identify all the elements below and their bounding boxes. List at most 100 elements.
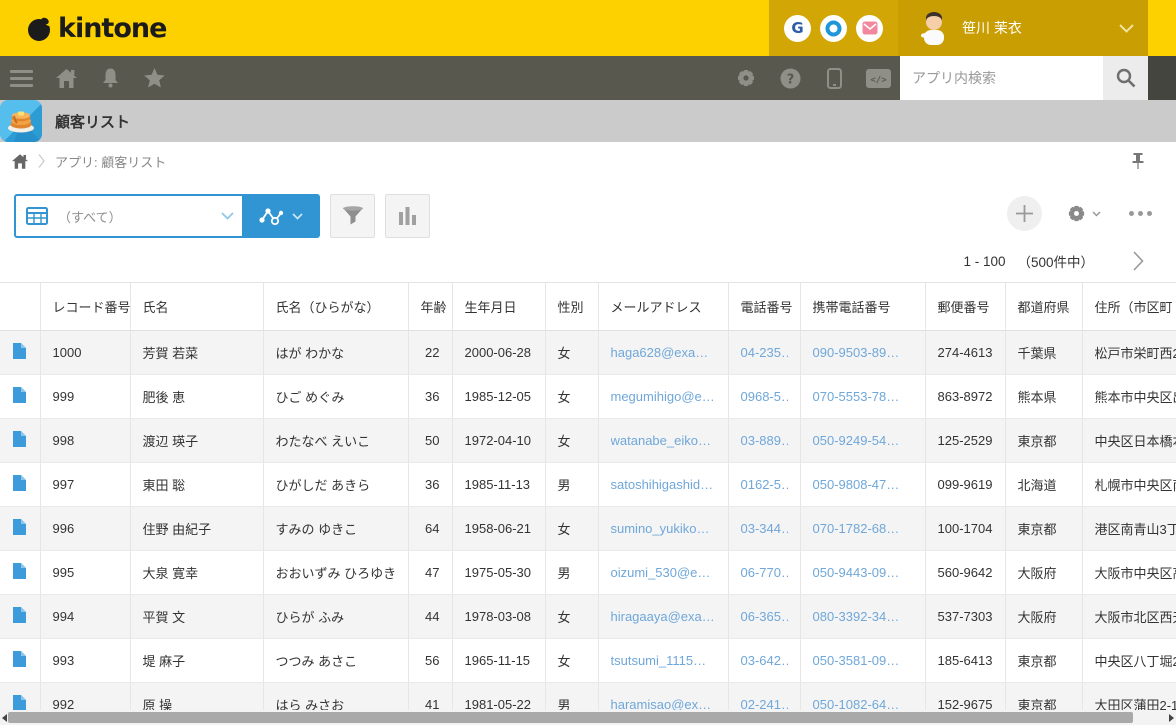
record-open-icon[interactable] xyxy=(0,550,41,595)
header-icon-col xyxy=(0,283,41,331)
cell-phone[interactable]: 06-365… xyxy=(728,594,801,639)
cell-phone[interactable]: 03-889… xyxy=(728,418,801,463)
cell-email[interactable]: watanabe_eiko… xyxy=(598,418,729,463)
cell-mobile[interactable]: 050-3581-09… xyxy=(800,638,926,683)
user-menu[interactable]: 笹川 茉衣 xyxy=(898,0,1148,56)
cell-mobile[interactable]: 080-3392-34… xyxy=(800,594,926,639)
bell-icon[interactable] xyxy=(88,56,132,100)
header-address[interactable]: 住所（市区町 xyxy=(1082,283,1176,331)
cell-email[interactable]: oizumi_530@e… xyxy=(598,550,729,595)
star-icon[interactable] xyxy=(132,56,176,100)
top-bar: kintone G 笹川 茉衣 xyxy=(0,0,1176,56)
cell-prefecture: 大阪府 xyxy=(1005,550,1083,595)
header-record-no[interactable]: レコード番号 xyxy=(40,283,131,331)
header-gender[interactable]: 性別 xyxy=(545,283,599,331)
cell-postal: 099-9619 xyxy=(925,462,1006,507)
cell-mobile[interactable]: 050-9808-47… xyxy=(800,462,926,507)
table-grid-icon xyxy=(26,207,48,225)
horizontal-scrollbar[interactable] xyxy=(0,710,1176,725)
cell-name: 肥後 恵 xyxy=(130,374,264,419)
home-icon[interactable] xyxy=(44,56,88,100)
cell-postal: 100-1704 xyxy=(925,506,1006,551)
cell-mobile[interactable]: 050-9249-54… xyxy=(800,418,926,463)
more-options-button[interactable] xyxy=(1129,196,1152,231)
app-settings-button[interactable] xyxy=(1066,203,1101,224)
table-row: 993 堤 麻子 つつみ あさこ 56 1965-11-15 女 tsutsumi_1115… xyxy=(0,638,1176,683)
search-icon[interactable] xyxy=(1103,56,1148,100)
filter-button[interactable] xyxy=(330,194,375,238)
chart-button[interactable] xyxy=(385,194,430,238)
scrollbar-thumb[interactable] xyxy=(8,712,1133,723)
cell-phone[interactable]: 06-770… xyxy=(728,550,801,595)
service-links: G xyxy=(769,0,898,56)
pin-icon[interactable] xyxy=(1132,153,1144,169)
cell-email[interactable]: hiragaaya@exa… xyxy=(598,594,729,639)
ring-icon[interactable] xyxy=(820,14,847,42)
record-open-icon[interactable] xyxy=(0,638,41,683)
code-icon[interactable]: </> xyxy=(856,56,900,100)
cell-kana: おおいずみ ひろゆき xyxy=(263,550,409,595)
record-document-icon xyxy=(13,474,27,491)
chevron-down-icon xyxy=(291,212,303,220)
cell-age: 44 xyxy=(408,594,453,639)
scroll-right-icon[interactable] xyxy=(1169,714,1174,722)
next-page-button[interactable] xyxy=(1132,251,1144,271)
header-postal[interactable]: 郵便番号 xyxy=(925,283,1006,331)
cell-record_no: 993 xyxy=(40,638,131,683)
cell-mobile[interactable]: 070-5553-78… xyxy=(800,374,926,419)
header-name[interactable]: 氏名 xyxy=(130,283,264,331)
header-phone[interactable]: 電話番号 xyxy=(728,283,801,331)
cell-phone[interactable]: 03-344… xyxy=(728,506,801,551)
help-icon[interactable]: ? xyxy=(768,56,812,100)
record-open-icon[interactable] xyxy=(0,506,41,551)
graph-view-button[interactable] xyxy=(242,196,318,236)
gear-icon xyxy=(1068,205,1085,222)
cell-mobile[interactable]: 090-9503-89… xyxy=(800,330,926,375)
cell-postal: 560-9642 xyxy=(925,550,1006,595)
cell-address: 中央区八丁堀2- xyxy=(1082,638,1176,683)
cell-gender: 女 xyxy=(545,374,599,419)
record-open-icon[interactable] xyxy=(0,462,41,507)
record-open-icon[interactable] xyxy=(0,374,41,419)
breadcrumb-path[interactable]: アプリ: 顧客リスト xyxy=(55,152,166,171)
header-prefecture[interactable]: 都道府県 xyxy=(1005,283,1083,331)
cell-mobile[interactable]: 070-1782-68… xyxy=(800,506,926,551)
record-open-icon[interactable] xyxy=(0,330,41,375)
cell-postal: 125-2529 xyxy=(925,418,1006,463)
record-open-icon[interactable] xyxy=(0,418,41,463)
add-record-button[interactable] xyxy=(1007,196,1042,231)
view-dropdown[interactable]: （すべて） xyxy=(16,196,242,236)
header-kana[interactable]: 氏名（ひらがな） xyxy=(263,283,409,331)
gear-icon[interactable] xyxy=(724,56,768,100)
cell-email[interactable]: tsutsumi_1115… xyxy=(598,638,729,683)
record-document-icon xyxy=(13,386,27,403)
record-open-icon[interactable] xyxy=(0,594,41,639)
cell-phone[interactable]: 03-642… xyxy=(728,638,801,683)
cell-age: 36 xyxy=(408,462,453,507)
kintone-logo[interactable]: kintone xyxy=(27,0,167,56)
cell-email[interactable]: megumihigo@e… xyxy=(598,374,729,419)
cell-email[interactable]: sumino_yukiko… xyxy=(598,506,729,551)
hamburger-icon[interactable] xyxy=(10,56,44,100)
cell-email[interactable]: haga628@exa… xyxy=(598,330,729,375)
cell-email[interactable]: satoshihigashid… xyxy=(598,462,729,507)
mobile-icon[interactable] xyxy=(812,56,856,100)
mail-icon[interactable] xyxy=(856,14,883,42)
cell-name: 堤 麻子 xyxy=(130,638,264,683)
table-row: 999 肥後 恵ひご めぐみ 36 1985-12-05 女 megumihigo@e… 0… xyxy=(0,374,1176,419)
cell-phone[interactable]: 0968-5… xyxy=(728,374,801,419)
cell-mobile[interactable]: 050-9443-09… xyxy=(800,550,926,595)
header-mobile[interactable]: 携帯電話番号 xyxy=(800,283,926,331)
garoon-icon[interactable]: G xyxy=(784,14,811,42)
header-birthday[interactable]: 生年月日 xyxy=(452,283,546,331)
cell-phone[interactable]: 04-235… xyxy=(728,330,801,375)
scroll-left-icon[interactable] xyxy=(2,714,7,722)
cell-phone[interactable]: 0162-5… xyxy=(728,462,801,507)
header-email[interactable]: メールアドレス xyxy=(598,283,729,331)
header-age[interactable]: 年齢 xyxy=(408,283,453,331)
breadcrumb-home-icon[interactable] xyxy=(12,153,28,169)
cell-age: 47 xyxy=(408,550,453,595)
cell-name: 大泉 寛幸 xyxy=(130,550,264,595)
plus-icon xyxy=(1016,205,1033,222)
search-input[interactable] xyxy=(900,56,1103,100)
